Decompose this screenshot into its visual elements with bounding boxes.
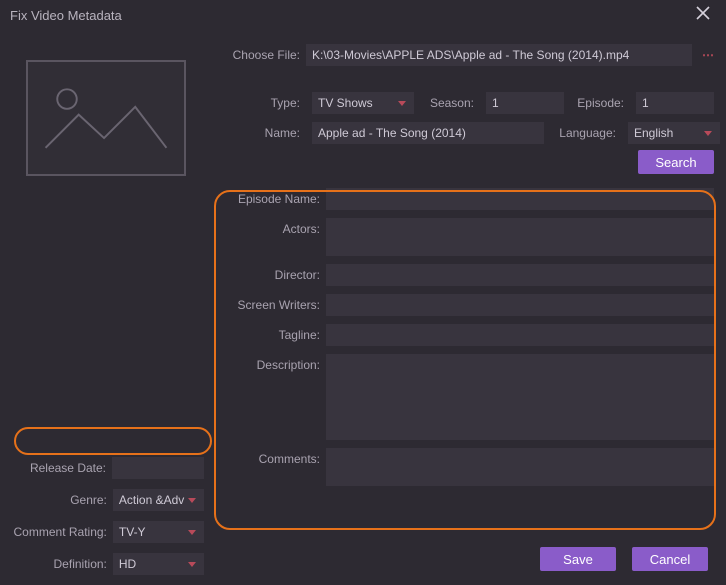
language-label: Language: bbox=[556, 126, 616, 140]
type-select[interactable]: TV Shows bbox=[312, 92, 414, 114]
name-label: Name: bbox=[220, 126, 300, 140]
close-icon[interactable] bbox=[690, 4, 716, 27]
name-input[interactable] bbox=[312, 122, 544, 144]
choose-file-input[interactable] bbox=[306, 44, 692, 66]
episode-input[interactable] bbox=[636, 92, 714, 114]
save-button[interactable]: Save bbox=[540, 547, 616, 571]
comment-rating-label: Comment Rating: bbox=[8, 525, 107, 539]
definition-label: Definition: bbox=[8, 557, 107, 571]
choose-file-label: Choose File: bbox=[220, 48, 300, 62]
season-input[interactable] bbox=[486, 92, 564, 114]
release-date-input[interactable] bbox=[112, 457, 204, 479]
release-date-label: Release Date: bbox=[8, 461, 106, 475]
highlight-ring-metadata bbox=[214, 190, 716, 530]
left-panel: Release Date: Genre: Action &Adv Comment… bbox=[0, 30, 214, 585]
type-label: Type: bbox=[220, 96, 300, 110]
genre-select[interactable]: Action &Adv bbox=[113, 489, 204, 511]
season-label: Season: bbox=[426, 96, 474, 110]
browse-file-icon[interactable]: ⋯ bbox=[698, 48, 720, 62]
language-select[interactable]: English bbox=[628, 122, 720, 144]
genre-label: Genre: bbox=[8, 493, 107, 507]
titlebar: Fix Video Metadata bbox=[0, 0, 726, 30]
comment-rating-select[interactable]: TV-Y bbox=[113, 521, 204, 543]
thumbnail-placeholder bbox=[26, 60, 186, 176]
highlight-ring-release-date bbox=[14, 427, 212, 455]
episode-label: Episode: bbox=[576, 96, 624, 110]
cancel-button[interactable]: Cancel bbox=[632, 547, 708, 571]
window-title: Fix Video Metadata bbox=[10, 8, 122, 23]
definition-select[interactable]: HD bbox=[113, 553, 204, 575]
search-button[interactable]: Search bbox=[638, 150, 714, 174]
